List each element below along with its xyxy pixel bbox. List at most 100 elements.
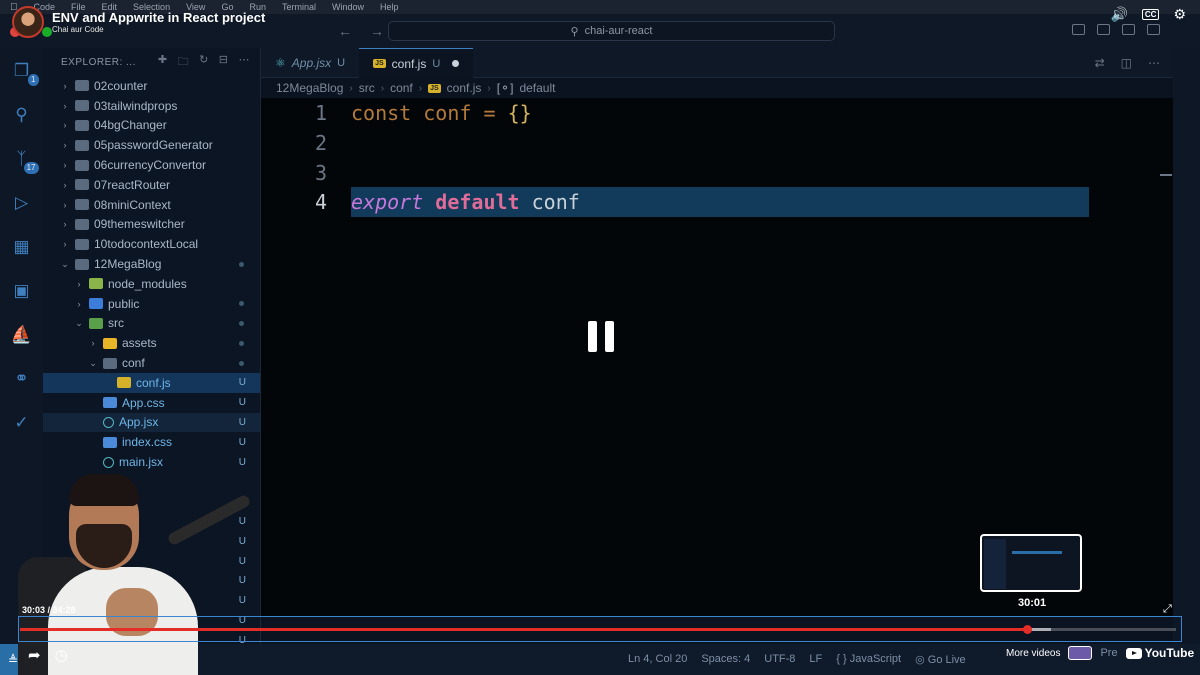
chevron-right-icon: ›: [63, 160, 67, 171]
tree-item[interactable]: App.jsx U: [43, 412, 260, 433]
tree-item-label: 08miniContext: [94, 197, 171, 212]
run-debug-icon[interactable]: ▷: [11, 192, 33, 214]
breadcrumb-item[interactable]: default: [519, 81, 555, 95]
go-live-label: Go Live: [927, 654, 966, 666]
git-changes-dot-icon: [239, 340, 244, 346]
watch-later-clock-icon[interactable]: ◷: [55, 646, 68, 664]
explorer-icon[interactable]: ❐ 1: [11, 60, 39, 86]
tree-item[interactable]: › 02counter: [43, 76, 260, 96]
minimap-marker: [1160, 174, 1172, 176]
compare-icon[interactable]: ⇄: [1095, 56, 1105, 70]
tree-item[interactable]: › assets: [43, 333, 260, 353]
tree-item[interactable]: › 04bgChanger: [43, 116, 260, 136]
menu-terminal[interactable]: Terminal: [282, 2, 316, 12]
live-share-icon[interactable]: ⚭: [11, 368, 33, 390]
youtube-logo-text: YouTube: [1144, 646, 1195, 660]
toggle-secondary-sidebar-icon[interactable]: [1122, 24, 1135, 35]
more-actions-icon[interactable]: ⋯: [239, 53, 251, 72]
captions-button[interactable]: CC: [1141, 9, 1160, 20]
tab-conf-js[interactable]: JS conf.js U: [359, 48, 474, 78]
code-line[interactable]: 1 const conf = {}: [261, 98, 1089, 128]
pause-icon[interactable]: [588, 321, 614, 352]
tree-item[interactable]: › node_modules: [43, 274, 260, 294]
tree-item[interactable]: main.jsx U: [43, 452, 260, 472]
folder-folder-icon: [75, 80, 89, 92]
code-line[interactable]: 3: [261, 158, 1089, 188]
tree-item[interactable]: › 10todocontextLocal: [43, 234, 260, 254]
video-title[interactable]: ENV and Appwrite in React project: [52, 10, 265, 25]
menu-window[interactable]: Window: [332, 2, 364, 12]
breadcrumb-item[interactable]: 12MegaBlog: [276, 81, 343, 95]
tree-item[interactable]: ⌄ src: [43, 314, 260, 334]
customize-layout-icon[interactable]: [1147, 24, 1160, 35]
settings-gear-icon[interactable]: ⚙: [1173, 6, 1186, 23]
new-file-icon[interactable]: ✚: [158, 53, 168, 72]
go-live-button[interactable]: ◎ Go Live: [915, 653, 966, 666]
breadcrumb-item[interactable]: conf.js: [447, 81, 482, 95]
command-center-search[interactable]: ⚲ chai-aur-react: [388, 21, 835, 41]
youtube-logo[interactable]: YouTube: [1125, 646, 1195, 660]
forward-arrow-icon[interactable]: →: [370, 23, 384, 39]
tree-item[interactable]: ⌄ 12MegaBlog: [43, 254, 260, 274]
code-token: =: [483, 101, 496, 125]
code-line[interactable]: 2: [261, 128, 1089, 158]
tree-item[interactable]: › 06currencyConvertor: [43, 155, 260, 175]
exit-fullscreen-icon[interactable]: ⤢: [1163, 603, 1172, 616]
progress-scrubber[interactable]: [1022, 625, 1032, 634]
tree-item[interactable]: › 07reactRouter: [43, 175, 260, 195]
tree-item[interactable]: ⌄ conf: [43, 353, 260, 373]
tree-item[interactable]: index.css U: [43, 432, 260, 452]
code-line[interactable]: 4 export default conf: [261, 187, 1089, 217]
share-icon[interactable]: ➦: [28, 646, 41, 664]
tree-item[interactable]: App.css U: [43, 393, 260, 413]
tree-item[interactable]: › 08miniContext: [43, 195, 260, 215]
testing-icon[interactable]: ✓: [11, 412, 33, 434]
tree-item[interactable]: › 09themeswitcher: [43, 215, 260, 235]
tree-item-label: public: [108, 296, 140, 311]
tree-item-label: 02counter: [94, 78, 148, 93]
refresh-icon[interactable]: ↻: [199, 53, 209, 72]
language-mode[interactable]: { } JavaScript: [836, 653, 901, 666]
tree-item-label: 05passwordGenerator: [94, 138, 213, 153]
chevron-right-icon: ›: [63, 80, 67, 91]
editor-scrollbar[interactable]: [1173, 48, 1200, 644]
menu-help[interactable]: Help: [380, 2, 399, 12]
toggle-panel-icon[interactable]: [1097, 24, 1110, 35]
search-icon[interactable]: ⚲: [11, 104, 33, 126]
toggle-primary-sidebar-icon[interactable]: [1072, 24, 1085, 35]
new-folder-icon[interactable]: 🗀: [178, 53, 190, 72]
folder-folder-icon: [103, 357, 117, 369]
split-editor-icon[interactable]: ◫: [1121, 56, 1132, 70]
indentation[interactable]: Spaces: 4: [701, 653, 750, 666]
git-status-untracked: U: [238, 416, 246, 428]
breadcrumb-item[interactable]: conf: [390, 81, 413, 95]
channel-avatar[interactable]: [12, 6, 44, 38]
tree-item[interactable]: › public: [43, 294, 260, 314]
tree-item-label: App.jsx: [119, 415, 159, 430]
tree-item[interactable]: › 03tailwindprops: [43, 96, 260, 116]
docker-icon[interactable]: ⛵: [11, 324, 33, 346]
volume-icon[interactable]: 🔊: [1110, 6, 1127, 23]
tree-item[interactable]: conf.js U: [43, 372, 260, 393]
collapse-all-icon[interactable]: ⊟: [219, 53, 229, 72]
time-separator: /: [45, 605, 53, 615]
encoding[interactable]: UTF-8: [764, 653, 795, 666]
unsaved-dot-icon[interactable]: [452, 60, 460, 67]
tree-item-label: 12MegaBlog: [94, 257, 162, 272]
channel-name[interactable]: Chai aur Code: [52, 25, 265, 34]
explorer-title: EXPLORER: ...: [61, 56, 136, 68]
end-of-line[interactable]: LF: [809, 653, 822, 666]
tab-app-jsx[interactable]: ⚛ App.jsx U: [261, 48, 359, 78]
youtube-play-icon: [1125, 647, 1142, 659]
source-control-icon[interactable]: ᛉ 17: [11, 148, 39, 174]
breadcrumb-item[interactable]: src: [359, 81, 375, 95]
more-videos-thumbnail[interactable]: [1068, 646, 1093, 660]
remote-explorer-icon[interactable]: ▣: [11, 280, 33, 302]
extensions-icon[interactable]: ▦: [11, 236, 33, 258]
tree-item[interactable]: › 05passwordGenerator: [43, 135, 260, 155]
cursor-position[interactable]: Ln 4, Col 20: [628, 653, 687, 666]
more-videos-label[interactable]: More videos: [1006, 648, 1060, 659]
back-arrow-icon[interactable]: ←: [338, 23, 352, 39]
chevron-right-icon: ›: [77, 278, 81, 289]
more-actions-icon[interactable]: ⋯: [1148, 56, 1160, 70]
